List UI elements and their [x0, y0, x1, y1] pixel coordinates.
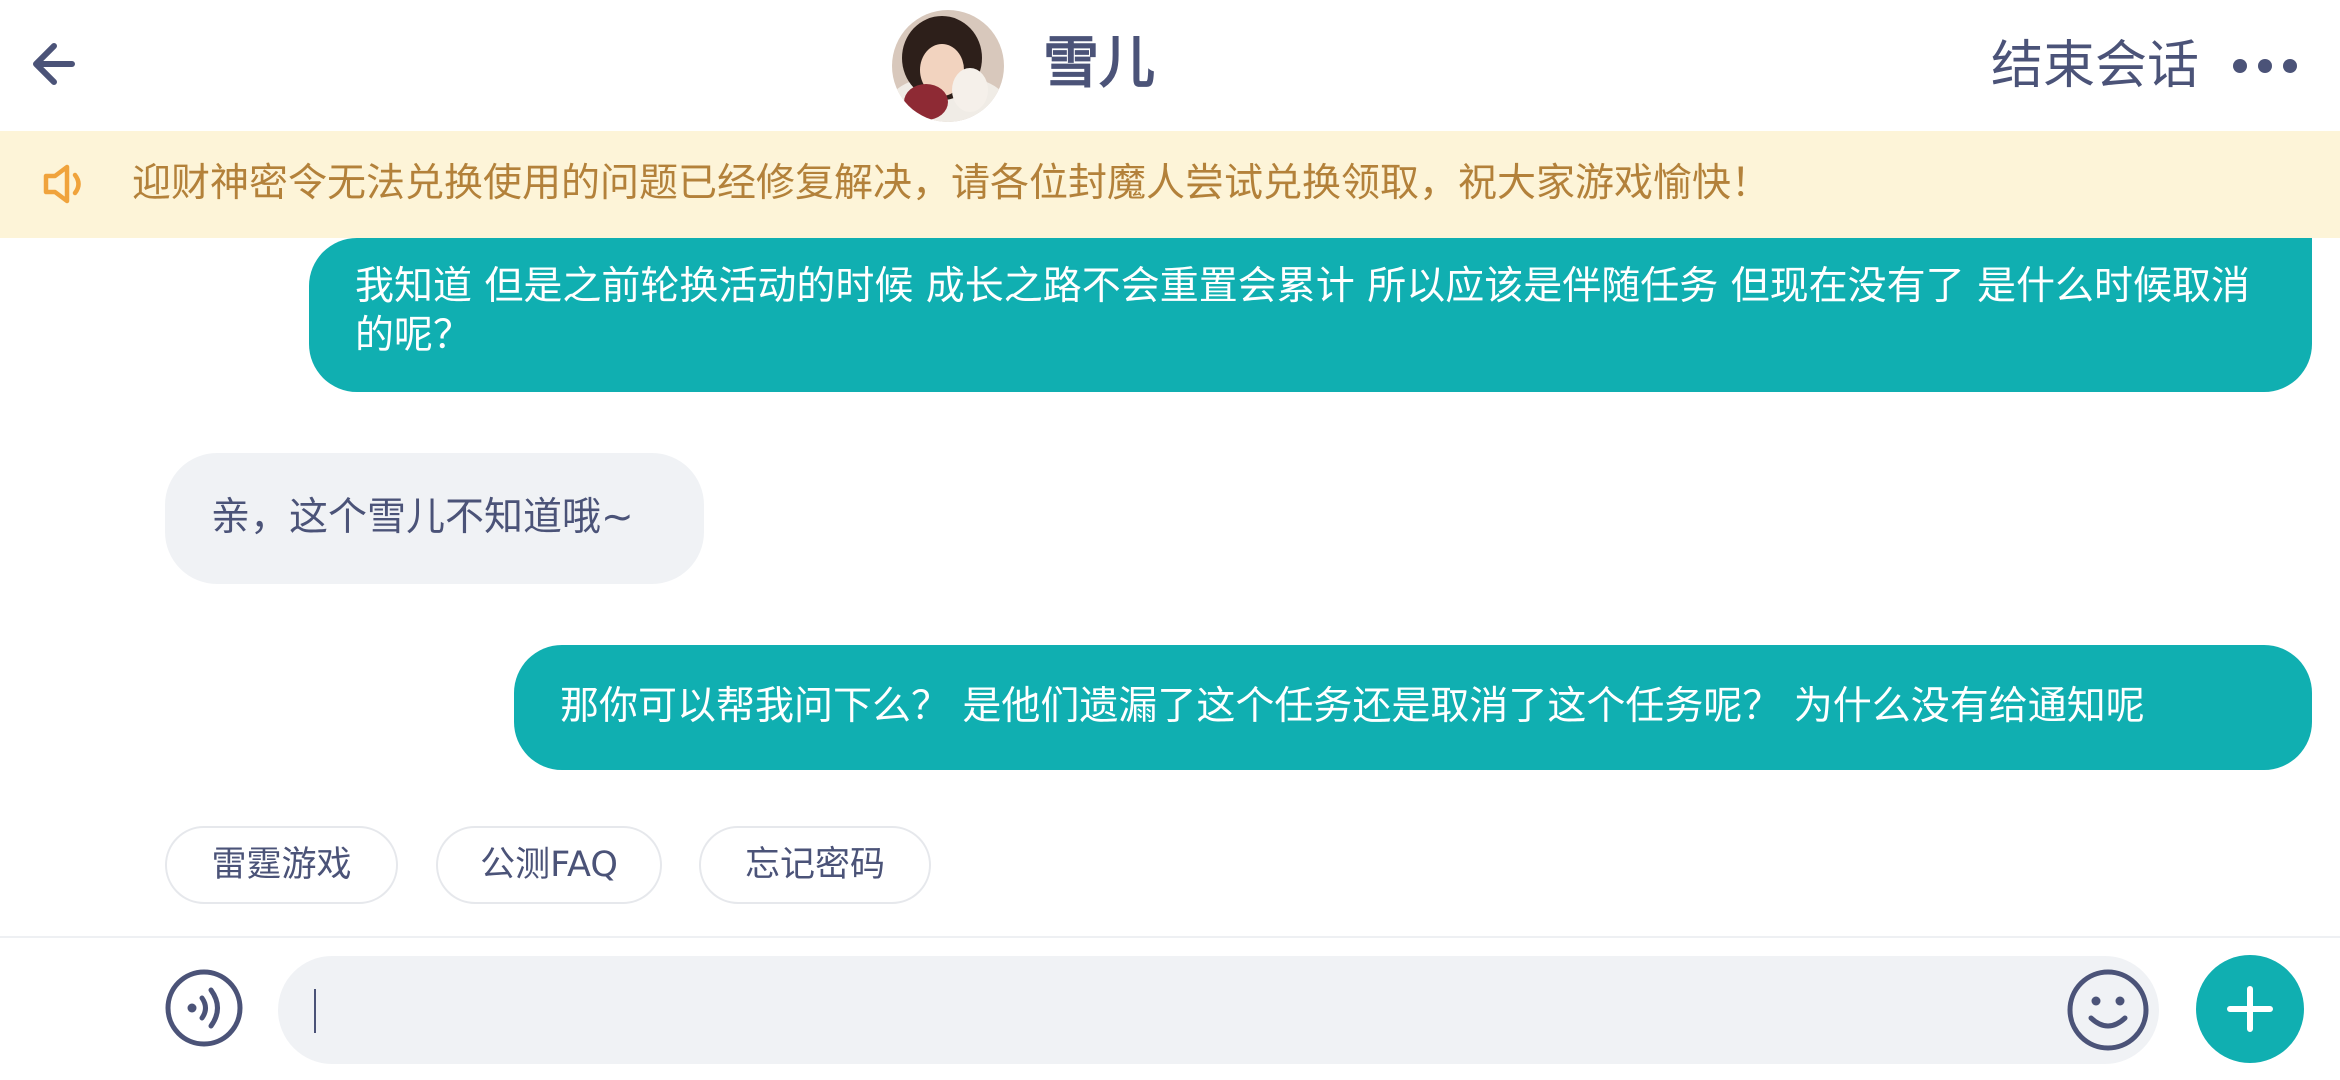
- emoji-icon[interactable]: [2064, 966, 2152, 1054]
- quick-reply-chip[interactable]: 雷霆游戏: [165, 826, 398, 904]
- message-text: 那你可以帮我问下么？ 是他们遗漏了这个任务还是取消了这个任务呢？ 为什么没有给通…: [560, 684, 2145, 729]
- notice-text: 迎财神密令无法兑换使用的问题已经修复解决，请各位封魔人尝试兑换领取，祝大家游戏愉…: [132, 161, 1771, 206]
- user-message: 我知道 但是之前轮换活动的时候 成长之路不会重置会累计 所以应该是伴随任务 但现…: [309, 238, 2312, 392]
- quick-reply-chip[interactable]: 公测FAQ: [436, 826, 662, 904]
- chat-screen: 雪儿 结束会话 迎财神密令无法兑换使用的问题已经修复解决，请各位封魔人尝试兑换领…: [0, 0, 2340, 1080]
- quick-reply-chip[interactable]: 忘记密码: [699, 826, 931, 904]
- notice-banner[interactable]: 迎财神密令无法兑换使用的问题已经修复解决，请各位封魔人尝试兑换领取，祝大家游戏愉…: [0, 131, 2340, 238]
- more-button[interactable]: [2210, 34, 2320, 98]
- text-cursor: [314, 989, 316, 1033]
- page-title: 雪儿: [1043, 31, 1155, 96]
- back-arrow-icon: [33, 43, 75, 85]
- plus-icon: [2227, 986, 2273, 1032]
- header: 雪儿 结束会话: [0, 0, 2340, 131]
- plus-button[interactable]: [2196, 955, 2304, 1063]
- message-text: 我知道 但是之前轮换活动的时候 成长之路不会重置会累计 所以应该是伴随任务 但现…: [355, 264, 2250, 358]
- speaker-icon: [43, 164, 81, 204]
- input-bar: [0, 936, 2340, 1080]
- message-input-container[interactable]: [278, 956, 2159, 1066]
- user-message: 那你可以帮我问下么？ 是他们遗漏了这个任务还是取消了这个任务呢？ 为什么没有给通…: [514, 645, 2312, 770]
- back-button[interactable]: [20, 32, 84, 96]
- end-session-button[interactable]: 结束会话: [1991, 32, 2199, 100]
- agent-message: 亲，这个雪儿不知道哦~: [165, 453, 704, 584]
- more-icon: [2233, 59, 2297, 73]
- avatar[interactable]: [892, 10, 1004, 122]
- message-text: 亲，这个雪儿不知道哦~: [211, 495, 634, 540]
- voice-icon[interactable]: [164, 968, 244, 1048]
- message-input[interactable]: [318, 956, 2022, 1066]
